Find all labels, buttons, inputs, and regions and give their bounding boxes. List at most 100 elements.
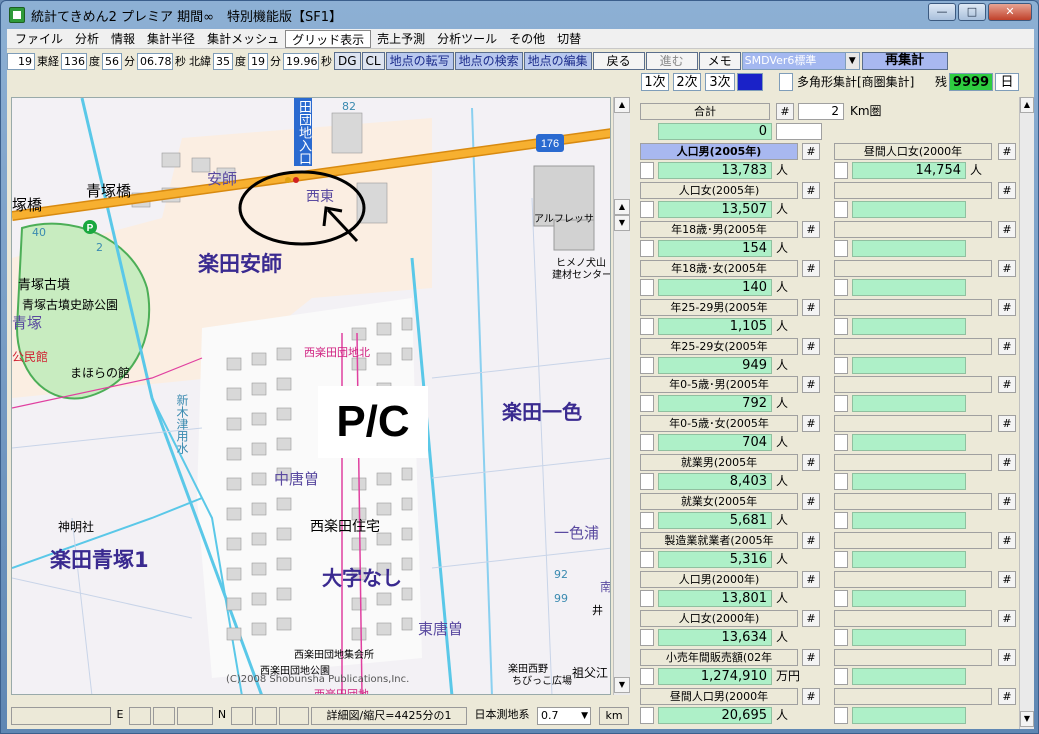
minimize-button[interactable]: — bbox=[928, 3, 956, 21]
stat-label-left[interactable]: 小売年間販売額(02年 bbox=[640, 649, 798, 666]
stat-checkbox-right[interactable] bbox=[834, 279, 848, 296]
panel-scroll-down-icon[interactable]: ▼ bbox=[1020, 711, 1034, 727]
stat-checkbox-right[interactable] bbox=[834, 590, 848, 607]
stat-hash-right-button[interactable]: # bbox=[998, 221, 1016, 238]
stat-hash-left-button[interactable]: # bbox=[802, 571, 820, 588]
stat-checkbox-right[interactable] bbox=[834, 551, 848, 568]
stat-label-right[interactable] bbox=[834, 338, 992, 355]
menu-file[interactable]: ファイル bbox=[9, 30, 69, 48]
scroll-page-down-icon[interactable]: ▼ bbox=[614, 215, 630, 231]
scroll-page-up-icon[interactable]: ▲ bbox=[614, 199, 630, 215]
stat-label-right[interactable] bbox=[834, 610, 992, 627]
total-hash-button[interactable]: # bbox=[776, 103, 794, 120]
lon-minute-field[interactable]: 56 bbox=[102, 52, 122, 70]
version-select[interactable]: SMDVer6標準 ▼ bbox=[741, 52, 860, 70]
stat-label-right[interactable] bbox=[834, 493, 992, 510]
stat-label-left[interactable]: 年25-29女(2005年 bbox=[640, 338, 798, 355]
lon-prefix-field[interactable]: 19 bbox=[7, 52, 35, 70]
zoom-select[interactable]: 0.7 ▼ bbox=[537, 707, 591, 725]
stat-label-right[interactable] bbox=[834, 688, 992, 705]
stat-hash-left-button[interactable]: # bbox=[802, 182, 820, 199]
map-view[interactable]: 176 P 塚橋 青塚橋 安師 西東 楽田安師 青塚古墳 青塚古墳史跡公園 青塚… bbox=[11, 97, 611, 695]
stat-checkbox-left[interactable] bbox=[640, 668, 654, 685]
recalculate-button[interactable]: 再集計 bbox=[861, 52, 948, 70]
stat-hash-right-button[interactable]: # bbox=[998, 260, 1016, 277]
chevron-down-icon[interactable]: ▼ bbox=[844, 53, 859, 69]
stat-label-right[interactable] bbox=[834, 649, 992, 666]
stat-label-right[interactable] bbox=[834, 376, 992, 393]
menu-grid[interactable]: グリッド表示 bbox=[285, 29, 372, 48]
stat-label-right[interactable] bbox=[834, 532, 992, 549]
memo-button[interactable]: メモ bbox=[698, 52, 741, 70]
radius-field[interactable]: 2 bbox=[798, 103, 844, 120]
stat-label-left[interactable]: 年0-5歳･女(2005年 bbox=[640, 415, 798, 432]
lon-second-field[interactable]: 06.78 bbox=[137, 52, 173, 70]
stat-hash-left-button[interactable]: # bbox=[802, 338, 820, 355]
map-vertical-scrollbar[interactable]: ▲ ▲ ▼ ▼ bbox=[613, 97, 630, 695]
stat-checkbox-left[interactable] bbox=[640, 357, 654, 374]
stat-hash-left-button[interactable]: # bbox=[802, 532, 820, 549]
stat-hash-right-button[interactable]: # bbox=[998, 688, 1016, 705]
menu-info[interactable]: 情報 bbox=[105, 30, 141, 48]
stat-checkbox-right[interactable] bbox=[834, 434, 848, 451]
lat-degree-field[interactable]: 35 bbox=[213, 52, 233, 70]
stat-label-left[interactable]: 就業男(2005年 bbox=[640, 454, 798, 471]
stat-label-left[interactable]: 人口男(2000年) bbox=[640, 571, 798, 588]
stat-checkbox-left[interactable] bbox=[640, 395, 654, 412]
stat-checkbox-right[interactable] bbox=[834, 357, 848, 374]
stat-checkbox-left[interactable] bbox=[640, 279, 654, 296]
menu-tools[interactable]: 分析ツール bbox=[431, 30, 503, 48]
stat-checkbox-left[interactable] bbox=[640, 629, 654, 646]
stat-checkbox-left[interactable] bbox=[640, 162, 654, 179]
stat-hash-left-button[interactable]: # bbox=[802, 260, 820, 277]
stat-checkbox-left[interactable] bbox=[640, 512, 654, 529]
stat-checkbox-left[interactable] bbox=[640, 707, 654, 724]
stat-checkbox-right[interactable] bbox=[834, 395, 848, 412]
stat-checkbox-right[interactable] bbox=[834, 162, 848, 179]
stat-hash-right-button[interactable]: # bbox=[998, 610, 1016, 627]
scroll-down-icon[interactable]: ▼ bbox=[614, 677, 630, 693]
stat-label-right[interactable]: 昼間人口女(2000年 bbox=[834, 143, 992, 160]
stat-hash-right-button[interactable]: # bbox=[998, 454, 1016, 471]
stat-hash-left-button[interactable]: # bbox=[802, 299, 820, 316]
stat-label-right[interactable] bbox=[834, 260, 992, 277]
stat-hash-right-button[interactable]: # bbox=[998, 571, 1016, 588]
stat-checkbox-right[interactable] bbox=[834, 629, 848, 646]
stat-checkbox-left[interactable] bbox=[640, 590, 654, 607]
tertiary-mesh-button[interactable]: 3次 bbox=[705, 73, 735, 91]
forward-button[interactable]: 進む bbox=[645, 52, 698, 70]
stat-label-left[interactable]: 人口女(2000年) bbox=[640, 610, 798, 627]
stat-hash-left-button[interactable]: # bbox=[802, 376, 820, 393]
stat-hash-right-button[interactable]: # bbox=[998, 649, 1016, 666]
lat-minute-field[interactable]: 19 bbox=[248, 52, 268, 70]
menu-analysis[interactable]: 分析 bbox=[69, 30, 105, 48]
stat-label-left[interactable]: 人口女(2005年) bbox=[640, 182, 798, 199]
panel-scroll-up-icon[interactable]: ▲ bbox=[1020, 97, 1034, 113]
stat-checkbox-left[interactable] bbox=[640, 201, 654, 218]
stat-label-left[interactable]: 就業女(2005年 bbox=[640, 493, 798, 510]
search-point-button[interactable]: 地点の検索 bbox=[454, 52, 523, 70]
stat-hash-right-button[interactable]: # bbox=[998, 299, 1016, 316]
menu-radius[interactable]: 集計半径 bbox=[141, 30, 201, 48]
stat-checkbox-right[interactable] bbox=[834, 512, 848, 529]
title-bar[interactable]: 統計てきめん2 プレミア 期間∞ 特別機能版【SF1】 — □ ✕ bbox=[1, 1, 1038, 29]
stat-label-right[interactable] bbox=[834, 415, 992, 432]
stat-label-right[interactable] bbox=[834, 182, 992, 199]
stat-hash-left-button[interactable]: # bbox=[802, 493, 820, 510]
stat-checkbox-right[interactable] bbox=[834, 707, 848, 724]
close-button[interactable]: ✕ bbox=[988, 3, 1032, 21]
color-swatch[interactable] bbox=[737, 73, 763, 91]
stat-hash-left-button[interactable]: # bbox=[802, 610, 820, 627]
edit-point-button[interactable]: 地点の編集 bbox=[523, 52, 592, 70]
stat-checkbox-right[interactable] bbox=[834, 318, 848, 335]
stat-label-left[interactable]: 年18歳･女(2005年 bbox=[640, 260, 798, 277]
stat-checkbox-right[interactable] bbox=[834, 201, 848, 218]
stat-checkbox-left[interactable] bbox=[640, 434, 654, 451]
stat-hash-right-button[interactable]: # bbox=[998, 415, 1016, 432]
stat-label-left[interactable]: 昼間人口男(2000年 bbox=[640, 688, 798, 705]
stat-hash-right-button[interactable]: # bbox=[998, 338, 1016, 355]
stat-hash-left-button[interactable]: # bbox=[802, 221, 820, 238]
stat-hash-left-button[interactable]: # bbox=[802, 649, 820, 666]
stat-checkbox-left[interactable] bbox=[640, 473, 654, 490]
lon-degree-field[interactable]: 136 bbox=[61, 52, 87, 70]
